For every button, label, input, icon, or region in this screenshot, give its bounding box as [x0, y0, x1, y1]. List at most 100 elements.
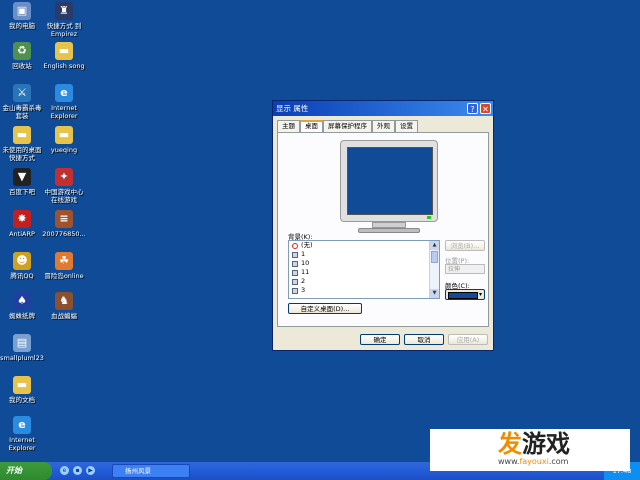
ie-quicklaunch-icon[interactable]: e	[60, 466, 69, 475]
desktop-icon-label: 腾讯QQ	[10, 272, 34, 280]
desktop-icon-smallpluml23[interactable]: ▤ smallpluml23	[0, 334, 44, 362]
desktop-icon-blood-battle[interactable]: ♞ 血战蝙蝠	[42, 292, 86, 320]
background-listbox[interactable]: (无) 1 10 11 2 3 ▲ ▼	[288, 240, 440, 299]
desktop-icon-label: 未使用的桌面	[2, 146, 42, 154]
list-item-label: (无)	[301, 241, 313, 249]
desktop-icon-shortcut-empirez[interactable]: ♜ 快捷方式 到 Empirez	[42, 2, 86, 38]
tab-themes[interactable]: 主题	[277, 120, 300, 132]
spider-solitaire-icon: ♠	[13, 292, 31, 310]
background-item[interactable]: 2	[289, 277, 439, 286]
taskbar-window-button[interactable]: 扬州风景	[112, 464, 190, 478]
desktop-icon-label: yueqing	[50, 146, 78, 154]
desktop-icon-label: 金山毒霸杀毒	[2, 104, 42, 112]
desktop-icon-label: Internet	[51, 104, 77, 112]
background-item-none[interactable]: (无)	[289, 241, 439, 250]
file-200776850-icon: ≡	[55, 210, 73, 228]
url-prefix: www.	[498, 457, 520, 466]
desktop-icon-label-line2: Explorer	[50, 112, 78, 120]
desktop-icon-english-song[interactable]: ▬ English song	[42, 42, 86, 70]
desktop-icon-my-documents[interactable]: ▬ 我的文档	[0, 376, 44, 404]
watermark: 发游戏 www.fayouxi.com	[430, 429, 630, 471]
desktop-icon-unused-desktop-shortcuts[interactable]: ▬ 未使用的桌面 快捷方式	[0, 126, 44, 162]
image-file-icon	[292, 278, 298, 285]
tab-appearance[interactable]: 外观	[372, 120, 395, 132]
dialog-titlebar[interactable]: 显示 属性 ? ✕	[273, 101, 493, 116]
dialog-title: 显示 属性	[276, 104, 309, 113]
desktop-icon-label: 回收站	[12, 62, 32, 70]
watermark-url: www.fayouxi.com	[498, 457, 568, 466]
desktop-icon-antiarp[interactable]: ✸ AntiARP	[0, 210, 44, 238]
apply-button[interactable]: 应用(A)	[448, 334, 488, 345]
media-player-icon[interactable]: ▶	[86, 466, 95, 475]
desktop-icon-file-200776850[interactable]: ≡ 200776850...	[42, 210, 86, 238]
url-suffix: .com	[548, 457, 569, 466]
desktop-icon-china-game-center[interactable]: ✦ 中国游戏中心 在线游戏	[42, 168, 86, 204]
color-picker-button[interactable]: ▾	[445, 289, 485, 300]
desktop-icon-label: 冒险岛online	[44, 272, 84, 280]
desktop-icon-yueqing[interactable]: ▬ yueqing	[42, 126, 86, 154]
shortcut-empirez-icon: ♜	[55, 2, 73, 20]
background-item[interactable]: 3	[289, 286, 439, 295]
internet-explorer-2-icon: e	[13, 416, 31, 434]
show-desktop-icon[interactable]: ▪	[73, 466, 82, 475]
position-select[interactable]: 拉伸	[445, 264, 485, 274]
desktop-icon-baidu-download[interactable]: ▼ 百度下吧	[0, 168, 44, 196]
listbox-scrollbar[interactable]: ▲ ▼	[429, 241, 439, 298]
scroll-up-icon[interactable]: ▲	[430, 241, 439, 250]
desktop-icon-label: 蜘蛛纸牌	[9, 312, 35, 320]
tab-desktop[interactable]: 桌面	[300, 120, 323, 132]
desktop-icon-label-line2: 在线游戏	[51, 196, 77, 204]
desktop-icon-tencent-qq[interactable]: ☻ 腾讯QQ	[0, 252, 44, 280]
desktop-icon-label: 我的电脑	[9, 22, 35, 30]
background-item[interactable]: 1	[289, 250, 439, 259]
desktop-icon-recycle-bin[interactable]: ♻ 回收站	[0, 42, 44, 70]
customize-desktop-button[interactable]: 自定义桌面(D)...	[288, 303, 362, 314]
watermark-char: 发	[498, 430, 522, 458]
china-game-center-icon: ✦	[55, 168, 73, 186]
url-highlight: fayouxi	[519, 457, 549, 466]
monitor-preview	[340, 140, 438, 222]
list-item-label: 1	[301, 250, 306, 258]
image-file-icon	[292, 251, 298, 258]
desktop-icon-label-line2: Explorer	[8, 444, 36, 452]
desktop-icon-label: 快捷方式 到	[46, 22, 82, 30]
watermark-logo: 发游戏	[498, 431, 570, 457]
my-documents-icon: ▬	[13, 376, 31, 394]
tab-screensaver[interactable]: 屏幕保护程序	[323, 120, 372, 132]
desktop-tab-panel: 背景(K): (无) 1 10 11 2 3 ▲ ▼ 浏览(B)... 位置(P…	[277, 132, 489, 327]
chevron-down-icon: ▾	[478, 291, 482, 298]
desktop-icon-label-line2: 套装	[15, 112, 29, 120]
recycle-bin-icon: ♻	[13, 42, 31, 60]
desktop-icon-spider-solitaire[interactable]: ♠ 蜘蛛纸牌	[0, 292, 44, 320]
desktop-icon-label: 中国游戏中心	[44, 188, 84, 196]
unused-desktop-shortcuts-icon: ▬	[13, 126, 31, 144]
browse-button[interactable]: 浏览(B)...	[445, 240, 485, 251]
color-swatch	[448, 292, 478, 299]
help-button[interactable]: ?	[467, 103, 478, 114]
english-song-icon: ▬	[55, 42, 73, 60]
ok-button[interactable]: 确定	[360, 334, 400, 345]
desktop-icon-label: smallpluml23	[0, 354, 44, 362]
desktop-icon-label: English song	[43, 62, 85, 70]
monitor-screen-preview	[347, 147, 433, 215]
tab-settings[interactable]: 设置	[395, 120, 418, 132]
tab-strip: 主题 桌面 屏幕保护程序 外观 设置	[277, 120, 418, 132]
start-button[interactable]: 开始	[0, 462, 52, 480]
background-item[interactable]: 10	[289, 259, 439, 268]
desktop-icon-jinshan-antivirus[interactable]: ⚔ 金山毒霸杀毒 套装	[0, 84, 44, 120]
desktop-icon-label: AntiARP	[9, 230, 35, 238]
cancel-button[interactable]: 取消	[404, 334, 444, 345]
desktop-icon-internet-explorer-2[interactable]: e Internet Explorer	[0, 416, 44, 452]
desktop-icon-label-line2: 快捷方式	[9, 154, 35, 162]
desktop-icon-adventure-island[interactable]: ☘ 冒险岛online	[42, 252, 86, 280]
close-button[interactable]: ✕	[480, 103, 491, 114]
internet-explorer-icon: e	[55, 84, 73, 102]
display-properties-dialog: 显示 属性 ? ✕ 主题 桌面 屏幕保护程序 外观 设置 背景(K): (无) …	[272, 100, 494, 351]
scroll-thumb[interactable]	[431, 251, 438, 263]
start-label: 开始	[6, 466, 22, 475]
desktop-icon-internet-explorer[interactable]: e Internet Explorer	[42, 84, 86, 120]
background-item[interactable]: 11	[289, 268, 439, 277]
list-item-label: 10	[301, 259, 310, 267]
scroll-down-icon[interactable]: ▼	[430, 289, 439, 298]
desktop-icon-my-computer[interactable]: ▣ 我的电脑	[0, 2, 44, 30]
